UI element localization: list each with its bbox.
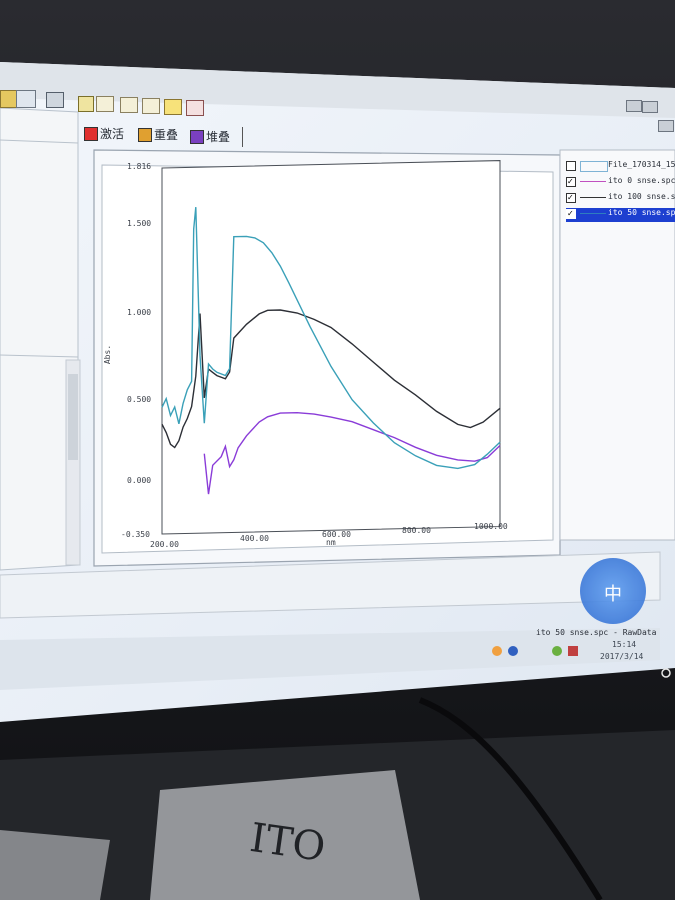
restore-button[interactable] (642, 101, 658, 113)
x-tick-label: 800.00 (402, 526, 431, 535)
tray-icons (492, 644, 592, 658)
tab-bar: 激活 重叠 堆叠 (84, 124, 244, 147)
x-tick-label: 400.00 (240, 534, 269, 543)
list-icon[interactable] (78, 96, 94, 112)
copy-icon[interactable] (16, 90, 36, 108)
tab-stack[interactable]: 堆叠 (190, 127, 243, 147)
legend-checkbox[interactable]: ✓ (566, 177, 576, 187)
legend-swatch (580, 181, 606, 182)
legend-label: File_170314_15040 (608, 160, 675, 169)
legend-list: File_170314_15040 ✓ ito 0 snse.spc - R ✓… (566, 160, 675, 240)
scale-icon[interactable] (142, 98, 160, 114)
tray-help-icon[interactable] (508, 646, 518, 656)
y-tick-label: 1.000 (127, 308, 152, 317)
tray-sound-icon[interactable] (492, 646, 502, 656)
tray-network-icon[interactable] (552, 646, 562, 656)
y-tick-label: 1.500 (127, 219, 152, 228)
legend-label: ito 100 snse.spc - (608, 192, 675, 201)
spectrum-chart (161, 160, 501, 535)
toolbar (0, 88, 230, 116)
legend-checkbox[interactable]: ✓ (566, 193, 576, 203)
activate-icon (84, 127, 98, 141)
tray-flag-icon[interactable] (568, 646, 578, 656)
legend-item[interactable]: ✓ ito 0 snse.spc - R (566, 176, 675, 190)
y-tick-label: 0.000 (127, 476, 152, 485)
legend-swatch (580, 213, 606, 214)
legend-item-selected[interactable]: ✓ ito 50 snse.spc - (566, 208, 675, 222)
left-scrollbar-thumb (68, 374, 78, 460)
legend-label: ito 0 snse.spc - R (608, 176, 675, 185)
close-button[interactable] (658, 120, 674, 132)
legend-label: ito 50 snse.spc - (608, 208, 675, 217)
tab-active[interactable]: 激活 (84, 124, 136, 144)
x-tick-label: 200.00 (150, 540, 179, 549)
watermark-logo: 中 (580, 558, 646, 624)
tab-overlay[interactable]: 重叠 (138, 125, 190, 145)
baseline-icon[interactable] (186, 100, 204, 116)
plastic-bag-left (0, 830, 110, 900)
print-icon[interactable] (46, 92, 64, 108)
legend-item[interactable]: ✓ ito 100 snse.spc - (566, 192, 675, 206)
minimize-button[interactable] (626, 100, 642, 112)
legend-checkbox[interactable]: ✓ (566, 209, 576, 219)
tab-label: 堆叠 (206, 130, 231, 144)
stack-icon (190, 130, 204, 144)
peak-icon[interactable] (96, 96, 114, 112)
status-file: ito 50 snse.spc - RawData (536, 628, 657, 637)
plot-area (161, 160, 501, 535)
tray-time: 15:14 (612, 640, 637, 649)
overlay-icon (138, 128, 152, 142)
tray-date: 2017/3/14 (600, 652, 644, 661)
spectrum-icon[interactable] (120, 97, 138, 113)
y-tick-label: 0.500 (127, 395, 152, 404)
legend-checkbox[interactable] (566, 161, 576, 171)
tab-label: 激活 (100, 127, 125, 141)
x-tick-label: 1000.00 (474, 522, 508, 531)
legend-swatch (580, 197, 606, 198)
y-axis-label: Abs. (103, 344, 113, 365)
y-tick-label: -0.350 (121, 530, 150, 539)
watermark-text: 中 (604, 584, 622, 605)
tab-label: 重叠 (154, 128, 179, 142)
legend-item[interactable]: File_170314_15040 (566, 160, 675, 174)
legend-swatch (580, 161, 608, 172)
y-tick-label: 1.816 (127, 162, 152, 171)
triangle-icon[interactable] (164, 99, 182, 115)
x-axis-label: nm (326, 538, 336, 547)
